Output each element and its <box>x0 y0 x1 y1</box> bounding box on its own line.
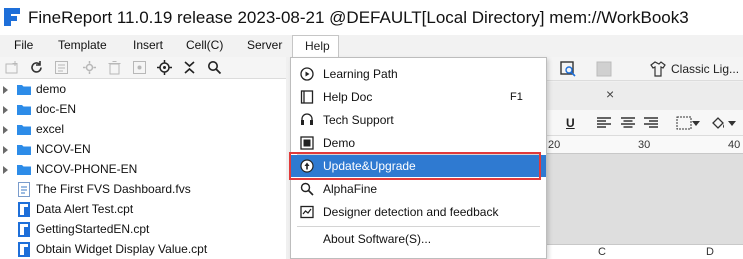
folder-icon <box>17 125 31 135</box>
target-icon[interactable] <box>157 60 172 75</box>
menu-bar: File Template Insert Cell(C) Server <box>0 35 743 57</box>
cpt-file-icon <box>18 222 30 237</box>
menu-separator <box>297 226 540 227</box>
menu-item-label: AlphaFine <box>323 182 378 196</box>
tree-item-label: GettingStartedEN.cpt <box>36 222 150 236</box>
column-label[interactable]: D <box>706 246 714 258</box>
play-circle-icon <box>300 67 314 81</box>
menu-item-label: Learning Path <box>323 67 398 81</box>
tree-item-ncov-phone-en[interactable]: NCOV-PHONE-EN <box>0 160 286 180</box>
tree-item-label: demo <box>36 82 67 96</box>
annotation-highlight-box <box>289 152 541 180</box>
underline-button[interactable]: U <box>566 116 575 130</box>
template-tab-strip <box>546 82 743 110</box>
align-right-icon[interactable] <box>643 116 659 130</box>
tree-item-label: NCOV-EN <box>36 142 91 156</box>
ruler-label: 40 <box>728 139 741 151</box>
menu-help-label: Help <box>305 39 330 53</box>
menu-item-help-doc[interactable]: Help Doc F1 <box>291 86 546 108</box>
image-icon[interactable] <box>596 61 612 77</box>
theme-selector[interactable]: Classic Lig... <box>671 62 739 76</box>
folder-icon <box>17 165 31 175</box>
align-left-icon[interactable] <box>596 116 612 130</box>
fill-color-icon[interactable] <box>710 115 726 131</box>
folder-icon <box>17 105 31 115</box>
preview-icon[interactable] <box>560 61 576 77</box>
menu-file[interactable]: File <box>14 38 33 52</box>
folder-icon <box>17 145 31 155</box>
tree-item-label: Data Alert Test.cpt <box>36 202 134 216</box>
chevron-down-icon[interactable] <box>692 121 700 126</box>
expand-arrow-icon[interactable] <box>3 126 8 134</box>
demo-icon <box>300 136 314 150</box>
menu-item-alphafine[interactable]: AlphaFine <box>291 178 546 200</box>
menu-item-designer-feedback[interactable]: Designer detection and feedback <box>291 201 546 223</box>
menu-server[interactable]: Server <box>247 38 282 52</box>
settings-icon[interactable] <box>82 60 97 75</box>
ruler-label: 30 <box>638 139 651 151</box>
tree-item-label: excel <box>36 122 65 136</box>
search-icon[interactable] <box>207 60 222 75</box>
menu-item-about-software[interactable]: About Software(S)... <box>291 228 546 250</box>
menu-template[interactable]: Template <box>58 38 107 52</box>
menu-insert[interactable]: Insert <box>133 38 163 52</box>
tree-item-ncov-en[interactable]: NCOV-EN <box>0 140 286 160</box>
delete-icon[interactable] <box>107 60 122 75</box>
menu-item-tech-support[interactable]: Tech Support <box>291 109 546 131</box>
left-toolbar <box>0 57 286 79</box>
cpt-file-icon <box>18 202 30 217</box>
tree-item-excel[interactable]: excel <box>0 120 286 140</box>
collapse-icon[interactable] <box>182 60 197 75</box>
tree-item-label: doc-EN <box>36 102 77 116</box>
fvs-file-icon <box>18 182 30 197</box>
menu-item-learning-path[interactable]: Learning Path <box>291 63 546 85</box>
chevron-down-icon[interactable] <box>728 121 736 126</box>
menu-item-label: Designer detection and feedback <box>323 205 499 219</box>
window-title: FineReport 11.0.19 release 2023-08-21 @D… <box>28 8 689 27</box>
feedback-icon <box>300 205 314 219</box>
support-icon <box>301 113 313 125</box>
tree-item-label: The First FVS Dashboard.fvs <box>36 182 191 196</box>
expand-arrow-icon[interactable] <box>3 146 8 154</box>
tree-item-widget-display[interactable]: Obtain Widget Display Value.cpt <box>0 240 286 259</box>
menu-help[interactable]: Help <box>292 35 339 58</box>
menu-item-label: Demo <box>323 136 356 150</box>
expand-arrow-icon[interactable] <box>3 106 8 114</box>
menu-item-label: About Software(S)... <box>323 232 432 246</box>
refresh-icon[interactable] <box>29 60 44 75</box>
align-center-icon[interactable] <box>620 116 636 130</box>
file-tree: demo doc-EN excel NCOV-EN NCOV-PHONE-EN … <box>0 79 286 259</box>
tab-close-icon[interactable]: × <box>606 86 614 102</box>
folder-icon <box>17 85 31 95</box>
tree-item-data-alert[interactable]: Data Alert Test.cpt <box>0 200 286 220</box>
shortcut-label: F1 <box>510 91 523 103</box>
locate-icon[interactable] <box>132 60 147 75</box>
border-icon[interactable] <box>676 116 692 130</box>
new-folder-icon[interactable] <box>5 60 20 75</box>
tree-item-label: NCOV-PHONE-EN <box>36 162 138 176</box>
tree-item-doc-en[interactable]: doc-EN <box>0 100 286 120</box>
search-icon <box>300 182 314 196</box>
tree-item-fvs-dashboard[interactable]: The First FVS Dashboard.fvs <box>0 180 286 200</box>
column-label[interactable]: C <box>598 246 606 258</box>
sheet-area <box>546 154 743 244</box>
book-icon <box>300 90 314 104</box>
ruler-label: 20 <box>548 139 561 151</box>
menu-item-label: Help Doc <box>323 90 373 104</box>
finereport-logo-icon <box>4 8 20 26</box>
cpt-file-icon <box>18 242 30 257</box>
horizontal-ruler: 20 30 40 <box>546 136 743 154</box>
expand-arrow-icon[interactable] <box>3 86 8 94</box>
column-header: C D <box>546 244 743 259</box>
menu-cell[interactable]: Cell(C) <box>186 38 223 52</box>
tree-item-label: Obtain Widget Display Value.cpt <box>36 242 208 256</box>
menu-item-demo[interactable]: Demo <box>291 132 546 154</box>
theme-shirt-icon[interactable] <box>650 61 666 77</box>
expand-arrow-icon[interactable] <box>3 166 8 174</box>
menu-item-label: Tech Support <box>323 113 394 127</box>
template-icon[interactable] <box>54 60 69 75</box>
tree-item-demo[interactable]: demo <box>0 80 286 100</box>
tree-item-getting-started[interactable]: GettingStartedEN.cpt <box>0 220 286 240</box>
title-bar: FineReport 11.0.19 release 2023-08-21 @D… <box>0 0 743 35</box>
